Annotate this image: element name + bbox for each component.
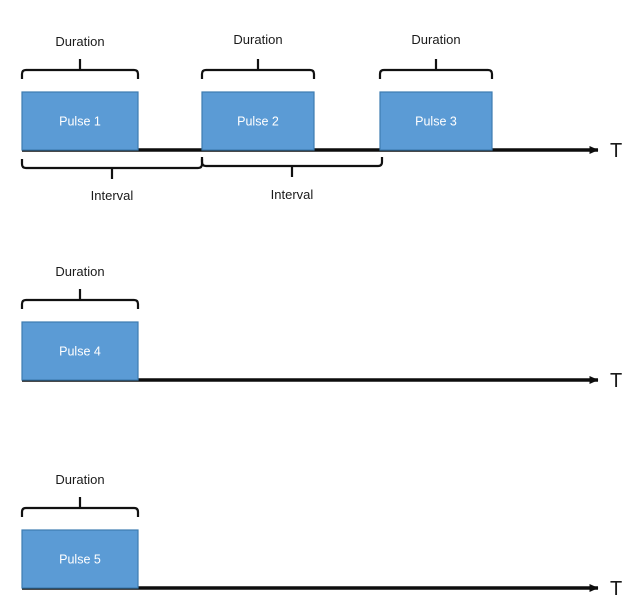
- diagram-canvas: Duration Duration Duration T Pulse 1 Pulse 2 P…: [20, 32, 622, 600]
- time-axis-label: T: [610, 140, 622, 162]
- duration-brace: [378, 59, 494, 79]
- pulse-timing-diagram: Duration Duration Duration T Pulse 1 Pulse 2 P…: [0, 0, 644, 616]
- pulse-label: Pulse 4: [59, 345, 101, 359]
- pulse-label: Pulse 2: [237, 115, 279, 129]
- section-2: Duration T Pulse 4: [20, 264, 622, 392]
- duration-label: Duration: [55, 472, 104, 487]
- time-axis-label: T: [610, 578, 622, 600]
- duration-brace: [20, 289, 140, 309]
- interval-brace: [200, 157, 384, 177]
- section-3: Duration T Pulse 5: [20, 472, 622, 600]
- duration-brace: [200, 59, 316, 79]
- duration-label: Duration: [55, 264, 104, 279]
- interval-label: Interval: [91, 188, 134, 203]
- interval-label: Interval: [271, 187, 314, 202]
- duration-label: Duration: [55, 34, 104, 49]
- pulse-label: Pulse 1: [59, 115, 101, 129]
- duration-brace: [20, 497, 140, 517]
- time-axis-label: T: [610, 370, 622, 392]
- pulse-label: Pulse 5: [59, 553, 101, 567]
- duration-label: Duration: [233, 32, 282, 47]
- pulse-label: Pulse 3: [415, 115, 457, 129]
- section-1: Duration Duration Duration T Pulse 1 Pulse 2 P…: [20, 32, 622, 203]
- interval-brace: [20, 159, 204, 179]
- duration-brace: [20, 59, 140, 79]
- duration-label: Duration: [411, 32, 460, 47]
